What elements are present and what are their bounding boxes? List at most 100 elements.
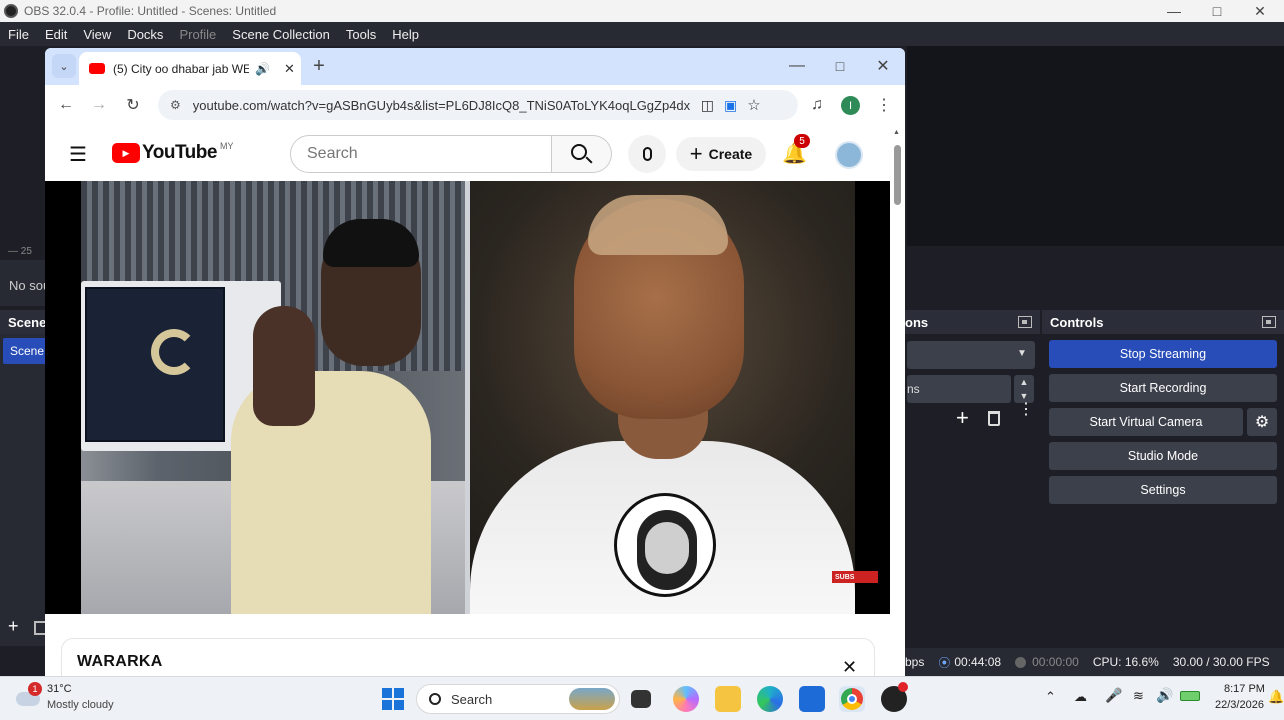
float-dock-icon[interactable]: [1262, 316, 1276, 328]
no-source-label: No sou: [9, 278, 45, 293]
obs-window-title: OBS 32.0.4 - Profile: Untitled - Scenes:…: [24, 4, 277, 18]
float-dock-icon[interactable]: [1018, 316, 1032, 328]
weather-widget[interactable]: 1: [14, 682, 42, 708]
media-control-icon[interactable]: ♫: [805, 93, 829, 117]
chrome-taskbar-button[interactable]: [839, 686, 865, 712]
maximize-icon[interactable]: □: [828, 54, 852, 78]
start-windows-icon[interactable]: [382, 688, 404, 710]
site-info-icon[interactable]: ⚙: [170, 98, 181, 112]
show-hidden-icons[interactable]: ⌃: [1045, 689, 1056, 705]
transition-select[interactable]: ▼: [907, 341, 1035, 369]
add-icon[interactable]: +: [956, 405, 969, 431]
taskbar-search[interactable]: Search: [416, 684, 620, 714]
tab-search-icon[interactable]: ⌄: [52, 54, 76, 78]
menu-view[interactable]: View: [75, 27, 119, 42]
zoom-fragment: — 25: [8, 246, 32, 257]
close-icon[interactable]: ✕: [871, 54, 895, 78]
weather-desc: Mostly cloudy: [47, 699, 114, 711]
audio-playing-icon[interactable]: 🔊: [255, 62, 270, 76]
obs-title-bar: OBS 32.0.4 - Profile: Untitled - Scenes:…: [0, 0, 1284, 22]
card-close-icon[interactable]: ✕: [842, 657, 857, 678]
scroll-up-icon[interactable]: ▲: [893, 129, 900, 136]
clock-time[interactable]: 8:17 PM: [1224, 683, 1265, 695]
maximize-icon[interactable]: □: [1197, 0, 1237, 22]
plus-icon: +: [689, 141, 703, 166]
menu-file[interactable]: File: [0, 27, 37, 42]
volume-icon[interactable]: 🔊: [1156, 687, 1173, 704]
scrollbar-thumb[interactable]: [894, 145, 901, 205]
studio-mode-button[interactable]: Studio Mode: [1049, 442, 1277, 470]
create-button[interactable]: + Create: [676, 137, 766, 171]
forward-icon[interactable]: →: [87, 93, 111, 117]
duration-field[interactable]: ns: [907, 375, 1011, 403]
menu-tools[interactable]: Tools: [338, 27, 384, 42]
fps-readout: 30.00 / 30.00 FPS: [1172, 655, 1270, 669]
menu-help[interactable]: Help: [384, 27, 427, 42]
minimize-icon[interactable]: —: [1154, 0, 1194, 22]
add-scene-icon[interactable]: +: [8, 616, 19, 637]
wifi-icon[interactable]: ≋: [1133, 688, 1144, 704]
start-recording-button[interactable]: Start Recording: [1049, 374, 1277, 402]
browser-menu-icon[interactable]: ⋮: [872, 93, 896, 117]
tab-title: (5) City oo dhabar jab WEY: [113, 61, 249, 76]
install-app-icon[interactable]: ◫: [701, 97, 714, 114]
address-bar[interactable]: ⚙ youtube.com/watch?v=gASBnGUyb4s&list=P…: [158, 90, 798, 120]
profile-avatar[interactable]: I: [841, 96, 860, 115]
obs-status-bar: bps ⦿ 00:44:08 00:00:00 CPU: 16.6% 30.00…: [905, 648, 1284, 676]
weather-temp: 31°C: [47, 683, 72, 695]
microphone-icon[interactable]: 🎤: [1105, 687, 1122, 704]
bookmark-star-icon[interactable]: ☆: [747, 96, 760, 114]
info-card: WARARKA ✕: [61, 638, 875, 678]
settings-button[interactable]: Settings: [1049, 476, 1277, 504]
battery-icon[interactable]: [1180, 691, 1200, 701]
menu-edit[interactable]: Edit: [37, 27, 75, 42]
file-explorer-icon[interactable]: [715, 686, 741, 712]
obs-logo-icon: [4, 4, 18, 18]
trash-icon[interactable]: [34, 621, 45, 635]
copilot-icon[interactable]: [673, 686, 699, 712]
microsoft-store-icon[interactable]: [799, 686, 825, 712]
scene-item[interactable]: Scene: [3, 338, 45, 364]
more-vert-icon[interactable]: ⋮: [1018, 402, 1034, 418]
tv-screen: [85, 287, 225, 442]
back-icon[interactable]: ←: [54, 93, 78, 117]
close-icon[interactable]: ✕: [1240, 0, 1280, 22]
duration-stepper[interactable]: ▲ ▼: [1014, 375, 1034, 403]
stop-streaming-button[interactable]: Stop Streaming: [1049, 340, 1277, 368]
menu-scene-collection[interactable]: Scene Collection: [224, 27, 338, 42]
browser-tab[interactable]: (5) City oo dhabar jab WEY 🔊 ✕: [79, 52, 301, 85]
youtube-search-input[interactable]: Search: [290, 135, 552, 173]
video-player[interactable]: SUBS: [45, 181, 890, 614]
browser-scrollbar[interactable]: ▲: [890, 125, 905, 678]
notifications-icon[interactable]: 🔔: [1268, 689, 1284, 705]
microphone-icon: [642, 147, 652, 161]
trash-icon[interactable]: [988, 411, 1000, 426]
minimize-icon[interactable]: —: [785, 54, 809, 78]
menu-profile[interactable]: Profile: [171, 27, 224, 42]
mixer-dock-header: ons: [905, 310, 1040, 334]
onedrive-off-icon[interactable]: ☁: [1074, 689, 1087, 705]
notification-count-badge: 5: [794, 134, 810, 148]
clock-date[interactable]: 22/3/2026: [1215, 699, 1264, 711]
gear-icon[interactable]: ⚙: [1247, 408, 1277, 436]
stream-time: 00:44:08: [954, 655, 1002, 669]
reload-icon[interactable]: ↻: [121, 93, 145, 117]
windows-taskbar: 1 31°C Mostly cloudy Search ⌃ ☁ 🎤 ≋ 🔊 8:…: [0, 676, 1284, 720]
account-avatar[interactable]: [835, 141, 863, 169]
tab-close-icon[interactable]: ✕: [284, 61, 295, 77]
lens-icon[interactable]: ▣: [724, 97, 737, 114]
youtube-search-button[interactable]: [552, 135, 612, 173]
menu-docks[interactable]: Docks: [119, 27, 171, 42]
new-tab-icon[interactable]: +: [307, 54, 331, 78]
subscribe-badge[interactable]: SUBS: [832, 571, 878, 583]
obs-taskbar-icon[interactable]: [881, 682, 908, 712]
task-view-icon[interactable]: [631, 690, 651, 708]
start-virtual-camera-button[interactable]: Start Virtual Camera: [1049, 408, 1243, 436]
youtube-logo[interactable]: ▶ YouTube MY: [112, 141, 233, 164]
url-text: youtube.com/watch?v=gASBnGUyb4s&list=PL6…: [192, 97, 691, 113]
record-icon: [1015, 656, 1027, 668]
edge-browser-icon[interactable]: [757, 686, 783, 712]
voice-search-button[interactable]: [628, 135, 666, 173]
browser-window: ⌄ (5) City oo dhabar jab WEY 🔊 ✕ + — □ ✕…: [45, 48, 905, 678]
hamburger-menu-icon[interactable]: ☰: [66, 142, 90, 166]
